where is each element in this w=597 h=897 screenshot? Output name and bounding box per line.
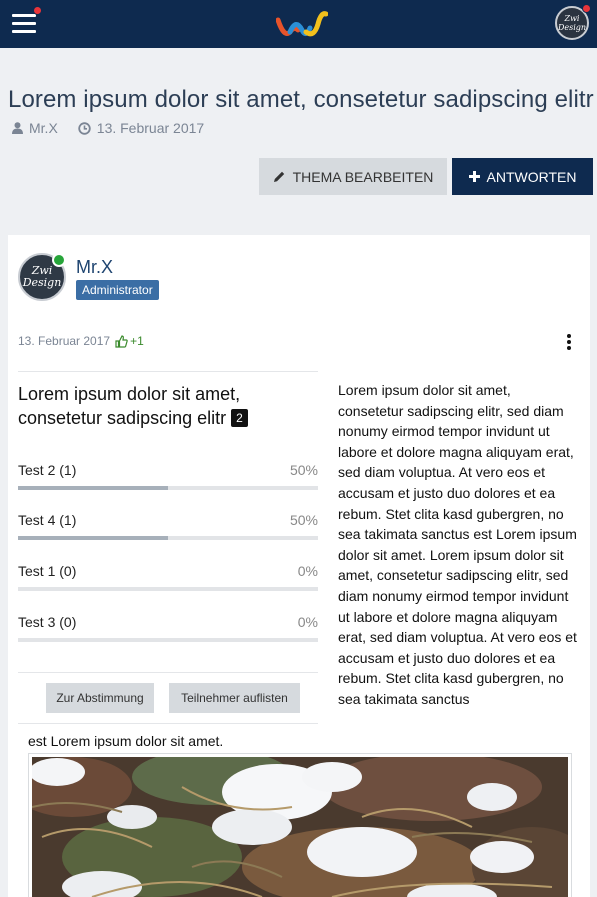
poll-option-track [18, 486, 318, 490]
post-date: 13. Februar 2017 [18, 334, 111, 348]
clock-icon [78, 121, 91, 135]
poll-option: Test 2 (1) 50% [18, 462, 318, 492]
post-image[interactable] [28, 753, 572, 897]
user-icon [12, 122, 23, 134]
reply-button[interactable]: ANTWORTEN [452, 158, 593, 195]
like-button[interactable]: +1 [115, 334, 144, 348]
thumbs-up-icon [115, 334, 128, 348]
reply-label: ANTWORTEN [486, 168, 577, 185]
poll-option-percent: 0% [297, 614, 318, 630]
poll-vote-count: 2 [231, 409, 248, 427]
online-status-indicator [52, 253, 66, 267]
thread-title: Lorem ipsum dolor sit amet, consetetur s… [8, 86, 594, 113]
plus-icon [468, 171, 480, 182]
thread-meta: Mr.X 13. Februar 2017 [12, 120, 204, 136]
poll-question: Lorem ipsum dolor sit amet, consetetur s… [18, 384, 241, 428]
poll-option-label: Test 4 (1) [18, 512, 77, 528]
avatar-notification-dot [582, 4, 591, 13]
post-author-name[interactable]: Mr.X [76, 257, 113, 278]
vote-button[interactable]: Zur Abstimmung [46, 683, 154, 713]
pencil-icon [273, 171, 284, 182]
post-body: Lorem ipsum dolor sit amet, consetetur s… [338, 382, 577, 707]
like-count: +1 [130, 334, 144, 348]
hamburger-menu-icon[interactable] [12, 12, 38, 34]
menu-notification-dot [33, 6, 42, 15]
poll-option: Test 3 (0) 0% [18, 614, 318, 644]
poll-option-bar [18, 486, 168, 490]
poll: Lorem ipsum dolor sit amet, consetetur s… [18, 371, 318, 724]
role-badge: Administrator [76, 280, 159, 300]
poll-title: Lorem ipsum dolor sit amet, consetetur s… [18, 382, 318, 430]
poll-option: Test 4 (1) 50% [18, 512, 318, 542]
user-avatar-label: Zwi Design [557, 14, 587, 32]
post-body-tail: est Lorem ipsum dolor sit amet. [28, 733, 224, 749]
poll-option-label: Test 1 (0) [18, 563, 77, 579]
poll-option-percent: 50% [289, 462, 318, 478]
poll-actions: Zur Abstimmung Teilnehmer auflisten [18, 672, 318, 724]
poll-option-label: Test 3 (0) [18, 614, 77, 630]
poll-option-percent: 0% [297, 563, 318, 579]
thread-date: 13. Februar 2017 [96, 120, 205, 136]
thread-author[interactable]: Mr.X [29, 120, 58, 136]
post-card: Zwi Design Mr.X Administrator 13. Februa… [8, 235, 590, 897]
list-participants-button[interactable]: Teilnehmer auflisten [169, 683, 300, 713]
edit-thread-button[interactable]: THEMA BEARBEITEN [259, 158, 447, 195]
poll-option-label: Test 2 (1) [18, 462, 77, 478]
poll-option-bar [18, 536, 168, 540]
edit-thread-label: THEMA BEARBEITEN [292, 168, 434, 185]
brand-logo-w-icon[interactable] [276, 8, 328, 40]
poll-option-track [18, 536, 318, 540]
poll-option-percent: 50% [289, 512, 318, 528]
poll-option-track [18, 638, 318, 642]
snow-plants-photo [32, 757, 568, 897]
post-options-icon[interactable] [566, 334, 572, 350]
post-meta: 13. Februar 2017 +1 [18, 334, 144, 348]
poll-option: Test 1 (0) 0% [18, 563, 318, 593]
poll-option-track [18, 587, 318, 591]
author-avatar-label: Zwi Design [22, 264, 62, 289]
top-navigation-bar: Zwi Design [0, 0, 597, 48]
